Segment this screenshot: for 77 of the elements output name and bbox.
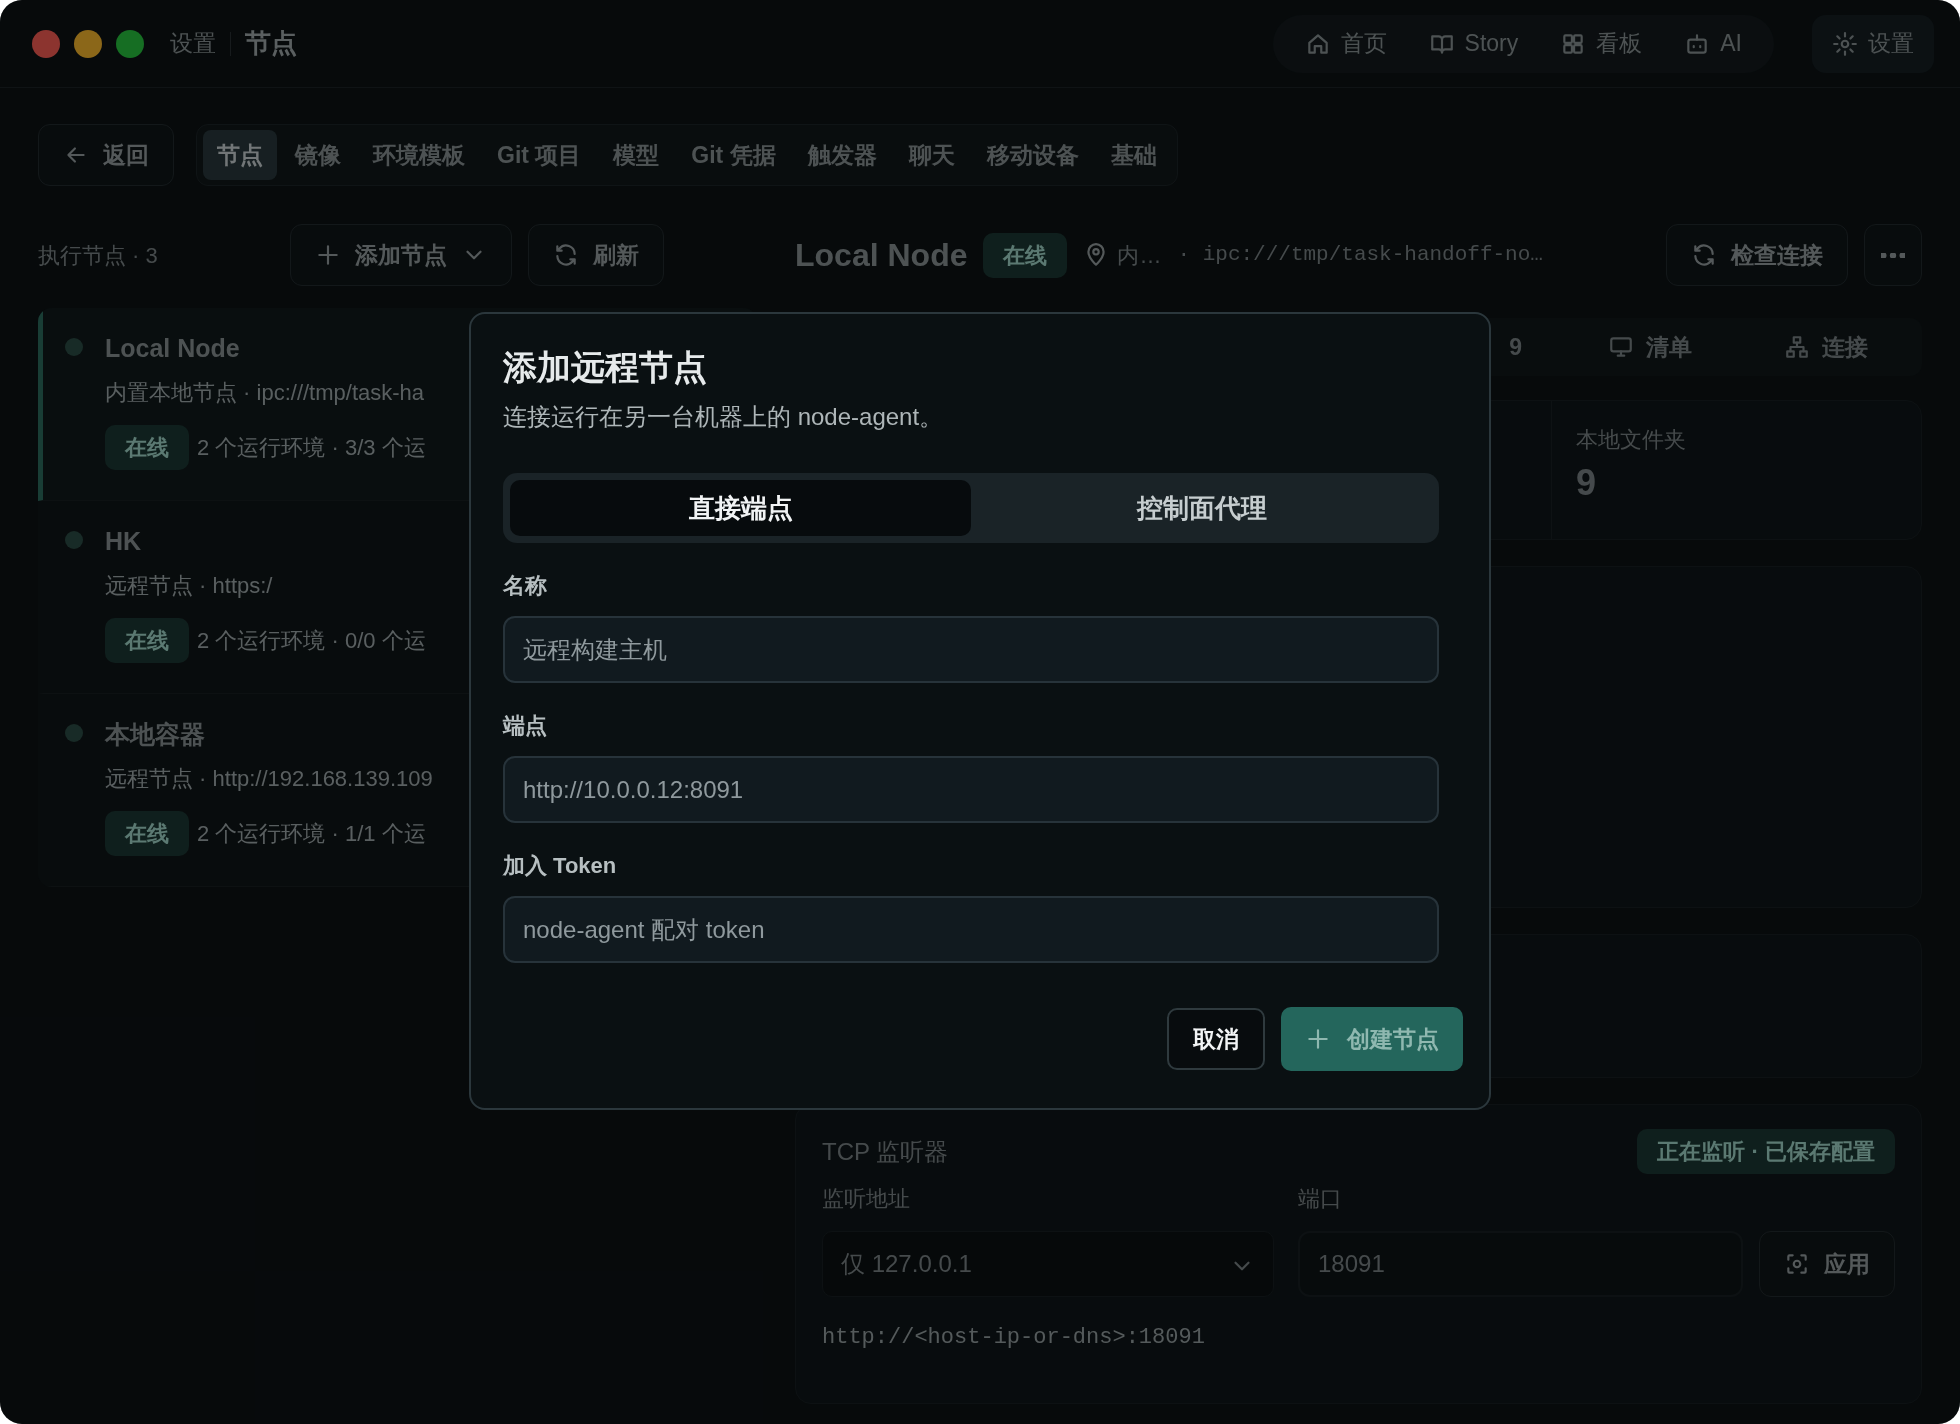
node-summary: 2 个运行环境 · 3/3 个运: [197, 433, 426, 462]
tab[interactable]: 触发器: [793, 129, 891, 181]
tab[interactable]: 模型: [599, 129, 674, 181]
tab[interactable]: 移动设备: [972, 129, 1093, 181]
detail-tab[interactable]: 清单: [1602, 328, 1698, 366]
node-detail: 远程节点 · http://192.168.139.109: [105, 764, 433, 793]
stat-label: 本地文件夹: [1576, 426, 1687, 454]
nav-link[interactable]: 看板: [1542, 18, 1661, 69]
refresh-icon: [553, 242, 579, 268]
more-icon: [1881, 252, 1905, 258]
back-button[interactable]: 返回: [38, 124, 174, 186]
address-select[interactable]: 仅 127.0.0.1: [822, 1231, 1274, 1297]
node-summary: 2 个运行环境 · 0/0 个运: [197, 626, 426, 655]
settings-button[interactable]: 设置: [1812, 14, 1934, 73]
status-badge: 在线: [105, 810, 189, 856]
apply-button[interactable]: 应用: [1759, 1231, 1895, 1297]
plus-icon: [315, 242, 341, 268]
breadcrumb-parent[interactable]: 设置: [170, 26, 216, 61]
nav-link[interactable]: 首页: [1286, 18, 1405, 69]
add-node-button[interactable]: 添加节点: [290, 224, 512, 286]
listener-url: http://<host-ip-or-dns>:18091: [822, 1324, 1206, 1352]
status-dot: [65, 531, 83, 549]
tab[interactable]: 聊天: [894, 129, 969, 181]
field-label: 端口: [1298, 1185, 1343, 1213]
tab[interactable]: 环境模板: [359, 129, 479, 181]
input-field[interactable]: http://10.0.0.12:8091: [503, 756, 1439, 823]
nav-link[interactable]: AI: [1666, 18, 1760, 69]
mode-option[interactable]: 控制面代理: [971, 480, 1432, 536]
refresh-icon: [1691, 242, 1717, 268]
field-label: 名称: [503, 572, 548, 600]
dialog-title: 添加远程节点: [503, 347, 708, 388]
window-control[interactable]: [116, 29, 144, 58]
nav-link[interactable]: Story: [1410, 18, 1537, 69]
status-badge: 在线: [105, 617, 189, 663]
status-dot: [65, 724, 83, 742]
node-name: HK: [105, 526, 143, 557]
node-address: · ipc:///tmp/task-handoff-no…: [1177, 242, 1543, 269]
window-control[interactable]: [32, 29, 60, 58]
detail-tab[interactable]: 9: [1503, 328, 1528, 366]
status-badge: 正在监听 · 已保存配置: [1637, 1129, 1895, 1174]
status-dot: [65, 338, 83, 356]
field-label: 监听地址: [822, 1185, 911, 1213]
window-control[interactable]: [74, 29, 102, 58]
node-detail: 远程节点 · https:/: [105, 571, 274, 600]
section-heading: 执行节点 · 3: [38, 241, 159, 270]
cancel-button[interactable]: 取消: [1167, 1008, 1265, 1070]
tab[interactable]: 镜像: [281, 129, 355, 181]
status-badge: 在线: [105, 424, 189, 470]
tab[interactable]: 基础: [1096, 129, 1171, 181]
settings-icon: [1832, 30, 1858, 57]
tab[interactable]: Git 凭据: [677, 129, 790, 181]
field-label: 加入 Token: [503, 852, 618, 880]
status-badge: 在线: [983, 232, 1068, 278]
monitor-icon: [1608, 334, 1634, 360]
node-name: Local Node: [105, 333, 241, 364]
node-detail: 内置本地节点 · ipc:///tmp/task-ha: [105, 378, 426, 407]
port-field[interactable]: 18091: [1298, 1231, 1743, 1297]
card-title: TCP 监听器: [822, 1136, 949, 1167]
field-label: 端点: [503, 712, 548, 740]
more-button[interactable]: [1864, 224, 1922, 286]
network-icon: [1784, 334, 1810, 360]
refresh-button[interactable]: 刷新: [528, 224, 664, 286]
node-name: 本地容器: [105, 719, 206, 750]
scan-icon: [1784, 1251, 1810, 1277]
check-connection-button[interactable]: 检查连接: [1666, 224, 1848, 286]
input-field[interactable]: node-agent 配对 token: [503, 896, 1439, 963]
plus-icon: [1305, 1026, 1331, 1052]
mode-option[interactable]: 直接端点: [510, 480, 971, 536]
stat-value: 9: [1576, 461, 1598, 505]
window-title: 节点: [245, 27, 297, 60]
node-title: Local Node: [795, 236, 968, 275]
detail-tab[interactable]: 连接: [1778, 328, 1874, 366]
tab[interactable]: 节点: [203, 129, 277, 181]
input-field[interactable]: 远程构建主机: [503, 616, 1439, 683]
node-summary: 2 个运行环境 · 1/1 个运: [197, 819, 426, 848]
location-text: 内…: [1117, 241, 1162, 270]
tab[interactable]: Git 项目: [483, 129, 596, 181]
